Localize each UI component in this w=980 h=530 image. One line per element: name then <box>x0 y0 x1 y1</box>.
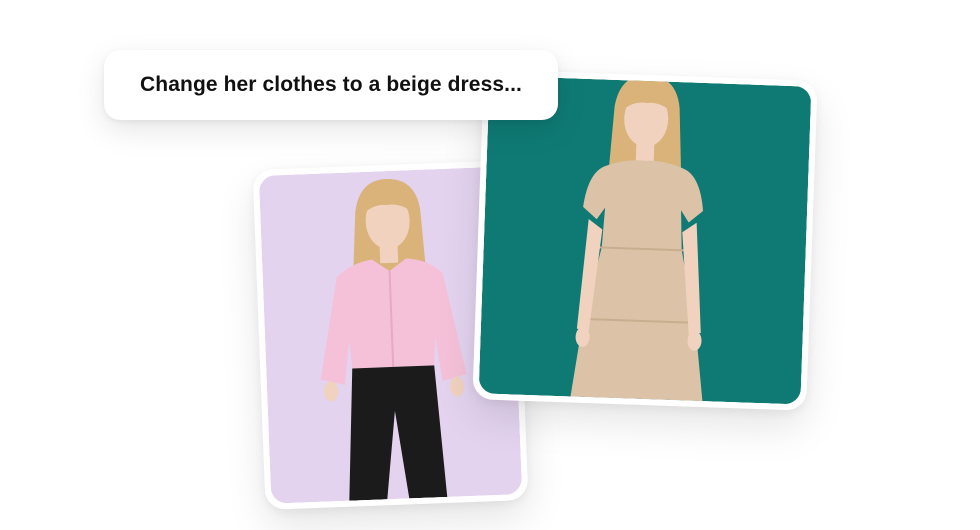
after-photo <box>478 75 812 405</box>
prompt-bubble: Change her clothes to a beige dress... <box>104 50 558 120</box>
prompt-text: Change her clothes to a beige dress... <box>140 73 522 96</box>
after-neck <box>635 142 655 162</box>
after-photo-card <box>472 69 818 411</box>
before-neck <box>379 244 399 264</box>
after-photo-illustration <box>478 75 812 405</box>
